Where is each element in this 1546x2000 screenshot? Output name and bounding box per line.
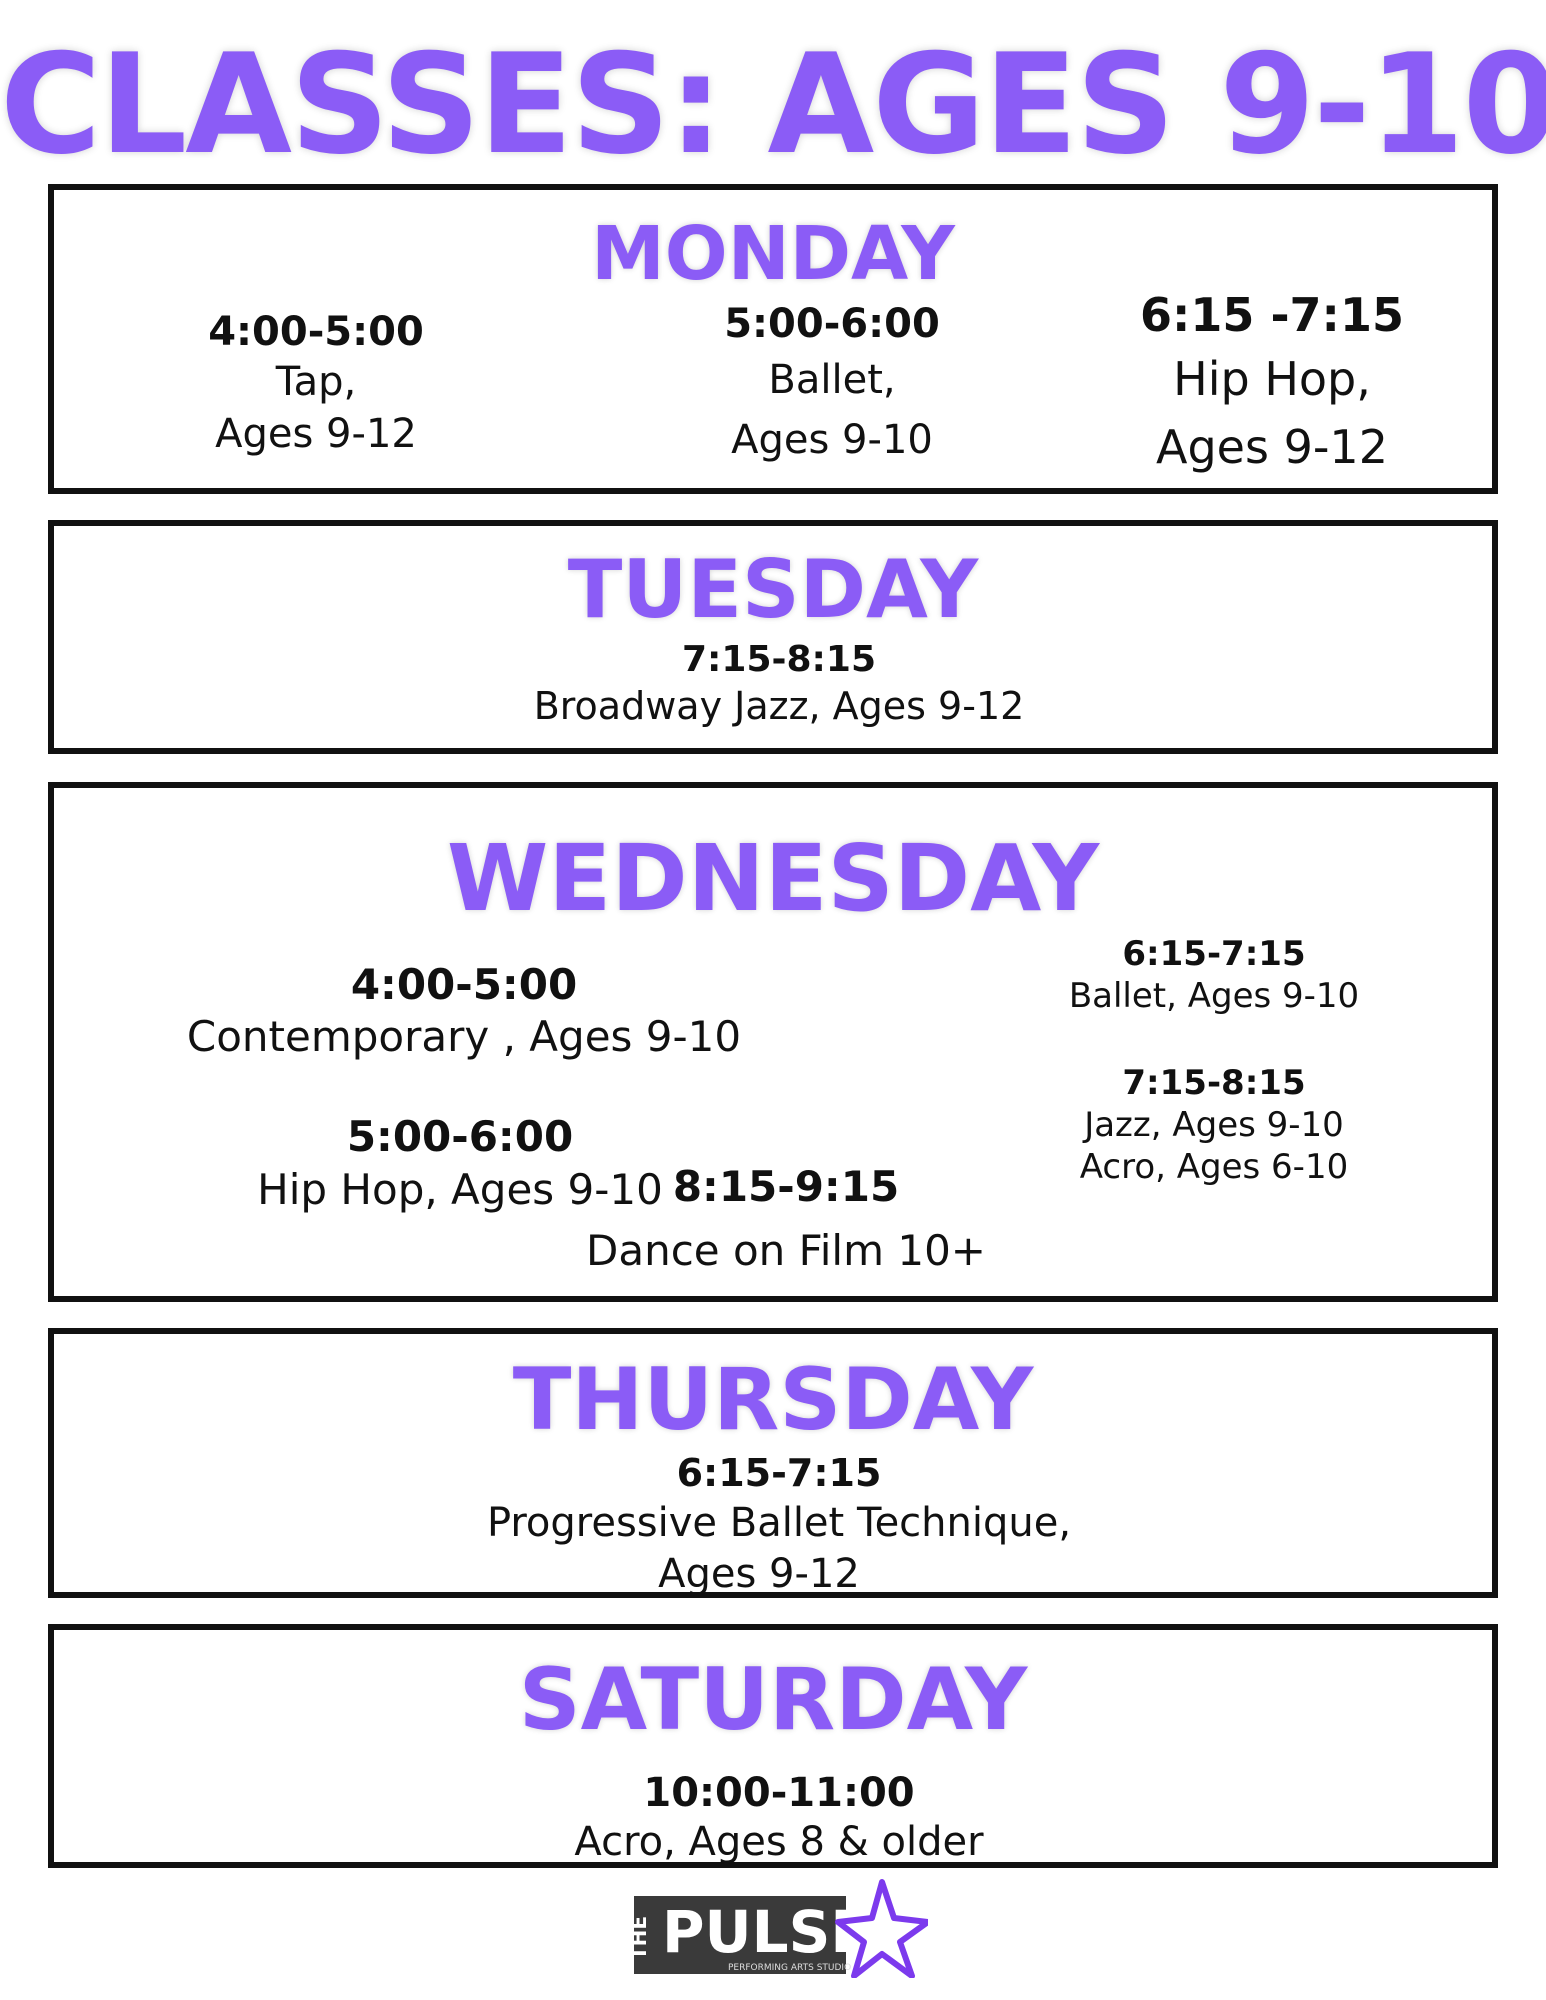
class-time: 10:00-11:00 xyxy=(643,1770,915,1816)
wednesday-heading: WEDNESDAY xyxy=(446,825,1100,932)
class-time: 4:00-5:00 xyxy=(350,960,578,1009)
class-name: Tap, xyxy=(275,359,357,405)
thursday-heading: THURSDAY xyxy=(512,1350,1034,1450)
monday-class-hiphop: 6:15 -7:15 Hip Hop, Ages 9-12 xyxy=(1112,286,1432,480)
class-ages: Ages 9-12 xyxy=(1156,420,1388,474)
saturday-heading: SATURDAY xyxy=(518,1650,1028,1750)
saturday-box: SATURDAY 10:00-11:00 Acro, Ages 8 & olde… xyxy=(48,1624,1498,1868)
class-name: Ballet, Ages 9-10 xyxy=(1068,976,1360,1016)
monday-heading: MONDAY xyxy=(591,211,955,297)
saturday-class-acro: 10:00-11:00 Acro, Ages 8 & older xyxy=(279,1770,1279,1868)
wednesday-box: WEDNESDAY 4:00-5:00 Contemporary , Ages … xyxy=(48,782,1498,1302)
wednesday-class-jazz-acro: 7:15-8:15 Jazz, Ages 9-10 Acro, Ages 6-1… xyxy=(1004,1062,1424,1188)
class-name: Hip Hop, xyxy=(1173,352,1371,406)
class-name: Contemporary , Ages 9-10 xyxy=(186,1012,742,1061)
class-name: Progressive Ballet Technique, xyxy=(486,1500,1072,1546)
class-time: 5:00-6:00 xyxy=(346,1112,574,1161)
wednesday-class-contemporary: 4:00-5:00 Contemporary , Ages 9-10 xyxy=(124,960,804,1064)
thursday-box: THURSDAY 6:15-7:15 Progressive Ballet Te… xyxy=(48,1328,1498,1598)
logo-tagline: PERFORMING ARTS STUDIO xyxy=(728,1963,851,1973)
monday-box: MONDAY 4:00-5:00 Tap, Ages 9-12 5:00-6:0… xyxy=(48,184,1498,494)
class-time: 6:15 -7:15 xyxy=(1140,288,1404,342)
tuesday-class-broadway-jazz: 7:15-8:15 Broadway Jazz, Ages 9-12 xyxy=(279,638,1279,730)
class-name: Ballet, xyxy=(768,357,896,403)
monday-class-tap: 4:00-5:00 Tap, Ages 9-12 xyxy=(156,308,476,460)
pulse-studio-logo: THE PULSE PERFORMING ARTS STUDIO xyxy=(627,1878,931,1979)
page-title: CLASSES: AGES 9-10 xyxy=(0,24,1546,185)
logo-word-the: THE xyxy=(632,1916,651,1960)
monday-class-ballet: 5:00-6:00 Ballet, Ages 9-10 xyxy=(672,300,992,468)
class-time: 8:15-9:15 xyxy=(672,1162,900,1211)
class-time: 7:15-8:15 xyxy=(681,639,877,680)
class-name: Dance on Film 10+ xyxy=(586,1226,986,1275)
class-time: 6:15-7:15 xyxy=(676,1451,882,1495)
tuesday-box: TUESDAY 7:15-8:15 Broadway Jazz, Ages 9-… xyxy=(48,520,1498,754)
logo-graphic: THE PULSE PERFORMING ARTS STUDIO xyxy=(627,1879,931,1979)
class-ages: Ages 9-12 xyxy=(658,1551,860,1597)
tuesday-heading: TUESDAY xyxy=(567,543,979,636)
class-name: Acro, Ages 6-10 xyxy=(1079,1147,1349,1187)
class-time: 7:15-8:15 xyxy=(1122,1063,1306,1103)
class-name: Jazz, Ages 9-10 xyxy=(1084,1105,1344,1145)
class-name: Broadway Jazz, Ages 9-12 xyxy=(533,684,1025,728)
wednesday-class-dance-on-film: 8:15-9:15 Dance on Film 10+ xyxy=(576,1162,996,1290)
thursday-class-pbt: 6:15-7:15 Progressive Ballet Technique, … xyxy=(279,1450,1279,1598)
class-name: Acro, Ages 8 & older xyxy=(574,1819,984,1865)
class-time: 5:00-6:00 xyxy=(724,301,940,347)
wednesday-class-ballet: 6:15-7:15 Ballet, Ages 9-10 xyxy=(1004,934,1424,1018)
class-ages: Ages 9-12 xyxy=(215,411,417,457)
class-ages: Ages 9-10 xyxy=(731,417,933,463)
class-time: 6:15-7:15 xyxy=(1122,934,1306,974)
class-time: 4:00-5:00 xyxy=(208,309,424,355)
logo-word-pulse: PULSE xyxy=(662,1898,870,1966)
